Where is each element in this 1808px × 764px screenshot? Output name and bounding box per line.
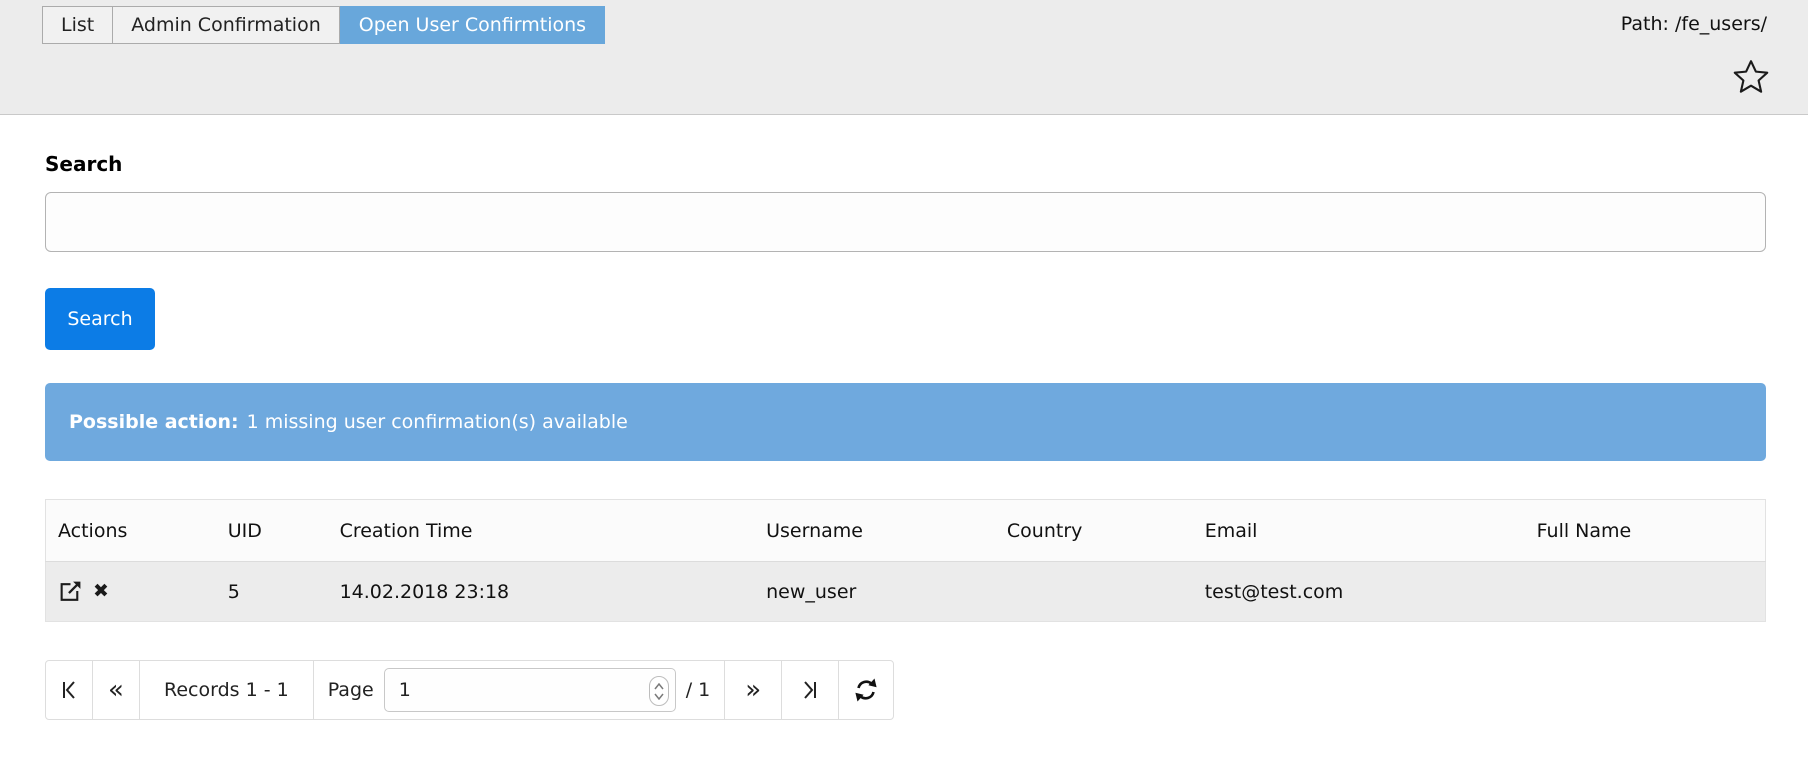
page-label: Page xyxy=(328,679,374,701)
first-page-icon xyxy=(58,679,80,701)
page-select-value: 1 xyxy=(399,679,411,701)
page-select[interactable]: 1 xyxy=(384,668,676,712)
column-header-creation-time: Creation Time xyxy=(328,500,755,562)
cell-uid: 5 xyxy=(216,562,328,622)
column-header-country: Country xyxy=(995,500,1193,562)
records-range-label: Records 1 - 1 xyxy=(139,660,314,720)
tab-bar: List Admin Confirmation Open User Confir… xyxy=(42,6,605,44)
cell-email: test@test.com xyxy=(1193,562,1525,622)
page-cell: Page 1 / 1 xyxy=(313,660,726,720)
tab-list[interactable]: List xyxy=(42,6,113,44)
notice-bold-text: Possible action: xyxy=(69,411,239,433)
refresh-button[interactable] xyxy=(838,660,894,720)
table-row: ✖ 5 14.02.2018 23:18 new_user test@test.… xyxy=(46,562,1766,622)
column-header-full-name: Full Name xyxy=(1525,500,1766,562)
search-button[interactable]: Search xyxy=(45,288,155,350)
stepper-icon xyxy=(649,676,669,706)
possible-action-banner[interactable]: Possible action: 1 missing user confirma… xyxy=(45,383,1766,461)
pagination-bar: « Records 1 - 1 Page 1 / 1 » xyxy=(45,660,894,720)
cell-country xyxy=(995,562,1193,622)
page-total-label: / 1 xyxy=(686,679,711,701)
last-page-button[interactable] xyxy=(781,660,839,720)
page-path: Path: /fe_users/ xyxy=(1621,13,1767,35)
cell-username: new_user xyxy=(754,562,995,622)
refresh-icon xyxy=(852,676,880,704)
records-table: Actions UID Creation Time Username Count… xyxy=(45,499,1766,622)
cell-creation-time: 14.02.2018 23:18 xyxy=(328,562,755,622)
previous-page-button[interactable]: « xyxy=(92,660,140,720)
bookmark-star-icon[interactable] xyxy=(1732,58,1770,96)
tab-open-user-confirmations[interactable]: Open User Confirmtions xyxy=(340,6,605,44)
table-header-row: Actions UID Creation Time Username Count… xyxy=(46,500,1766,562)
top-bar: List Admin Confirmation Open User Confir… xyxy=(0,0,1808,115)
open-record-icon[interactable] xyxy=(58,580,83,603)
delete-record-icon[interactable]: ✖ xyxy=(93,582,109,601)
next-page-button[interactable]: » xyxy=(724,660,782,720)
tab-admin-confirmation[interactable]: Admin Confirmation xyxy=(113,6,340,44)
column-header-email: Email xyxy=(1193,500,1525,562)
first-page-button[interactable] xyxy=(45,660,93,720)
notice-text: 1 missing user confirmation(s) available xyxy=(247,411,628,433)
last-page-icon xyxy=(799,679,821,701)
search-heading: Search xyxy=(45,152,1766,176)
main-content: Search Search Possible action: 1 missing… xyxy=(0,152,1808,720)
cell-full-name xyxy=(1525,562,1766,622)
search-input[interactable] xyxy=(45,192,1766,252)
column-header-uid: UID xyxy=(216,500,328,562)
column-header-actions: Actions xyxy=(46,500,216,562)
column-header-username: Username xyxy=(754,500,995,562)
